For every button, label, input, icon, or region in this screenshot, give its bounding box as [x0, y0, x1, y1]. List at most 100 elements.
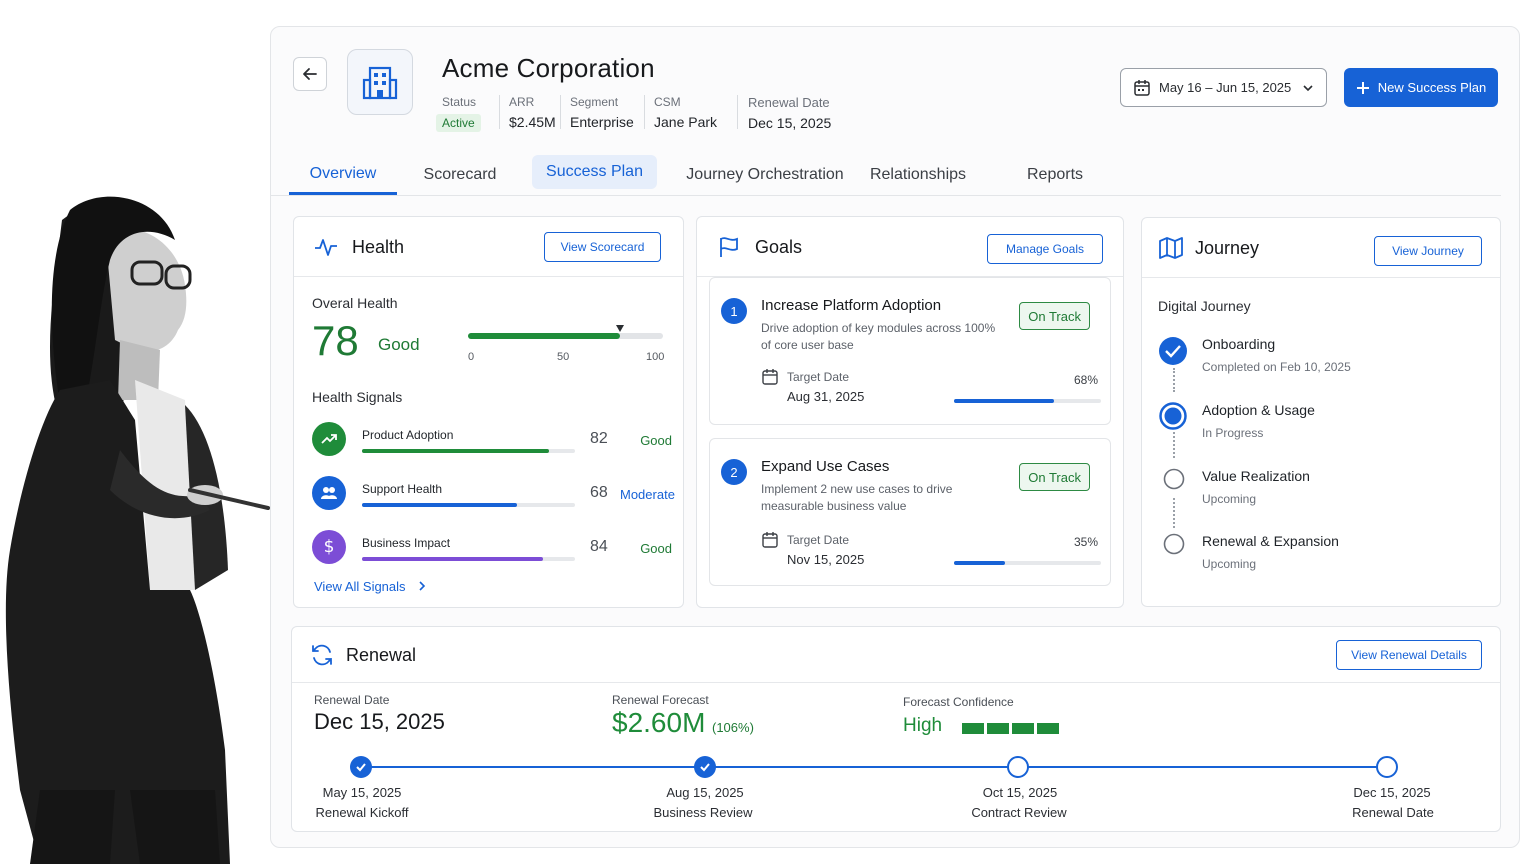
gauge-tick: 50 — [557, 351, 570, 363]
empty-circle-icon — [1163, 468, 1185, 490]
goal-card[interactable]: 1 Increase Platform Adoption Drive adopt… — [709, 277, 1111, 425]
view-all-signals-link[interactable]: View All Signals — [314, 579, 427, 594]
health-title: Health — [352, 237, 405, 257]
milestone-date: May 15, 2025 — [322, 785, 402, 800]
journey-step[interactable]: Onboarding Completed on Feb 10, 2025 — [1158, 336, 1488, 392]
meta-label: Status — [442, 95, 477, 109]
signal-bar-fill — [362, 503, 518, 507]
status-badge: On Track — [1019, 302, 1090, 330]
tabs-divider — [271, 195, 1501, 196]
health-signals-title: Health Signals — [312, 389, 403, 405]
signal-value: 84 — [590, 538, 608, 555]
chevron-right-icon — [419, 581, 426, 591]
goal-percent: 68% — [1073, 373, 1098, 387]
renewal-forecast-percent: (106%) — [712, 720, 754, 735]
tab-overview[interactable]: Overview — [289, 155, 397, 195]
journey-header: Journey View Journey — [1142, 218, 1500, 278]
check-circle-icon — [1159, 337, 1187, 365]
meta-segment: Segment Enterprise — [570, 95, 634, 130]
signal-row: Support Health 68 Moderate — [312, 476, 675, 516]
view-renewal-details-button[interactable]: View Renewal Details — [1336, 640, 1482, 670]
gauge-tick: 0 — [468, 351, 475, 363]
new-success-plan-button[interactable]: New Success Plan — [1344, 68, 1498, 107]
tab-success-plan[interactable]: Success Plan — [532, 155, 657, 189]
main-card: Acme Corporation Status Active ARR $2.45… — [270, 26, 1520, 848]
tab-scorecard[interactable]: Scorecard — [407, 155, 513, 195]
renewal-forecast: $2.60M — [612, 707, 706, 738]
check-icon — [356, 763, 366, 772]
goals-title: Goals — [755, 237, 803, 257]
journey-step[interactable]: Renewal & Expansion Upcoming — [1158, 533, 1488, 589]
signal-name: Business Impact — [362, 536, 451, 550]
milestone-date: Oct 15, 2025 — [982, 785, 1058, 800]
goal-progress-fill — [954, 399, 1054, 403]
calendar-icon — [1134, 79, 1150, 96]
tab-journey-orchestration[interactable]: Journey Orchestration — [685, 155, 845, 195]
milestone-name: Contract Review — [971, 805, 1067, 820]
view-scorecard-button[interactable]: View Scorecard — [544, 232, 661, 262]
person-illustration — [5, 196, 270, 864]
target-date: Aug 31, 2025 — [787, 389, 865, 404]
goal-description: Implement 2 new use cases to drive measu… — [761, 482, 953, 513]
goal-progress-bar — [954, 399, 1101, 403]
renewal-forecast-label: Renewal Forecast — [612, 693, 709, 707]
milestone-node[interactable] — [1007, 756, 1029, 778]
view-journey-button[interactable]: View Journey — [1374, 236, 1482, 266]
view-all-label: View All Signals — [314, 579, 406, 594]
meta-arr: ARR $2.45M — [509, 95, 556, 130]
journey-step-name: Renewal & Expansion — [1202, 533, 1339, 549]
plus-icon — [1356, 81, 1369, 94]
building-icon — [362, 66, 398, 100]
date-range-picker[interactable]: May 16 – Jun 15, 2025 — [1120, 68, 1327, 107]
confidence-bar — [962, 723, 984, 734]
gauge-tick: 100 — [646, 351, 665, 363]
tab-reports[interactable]: Reports — [1017, 155, 1093, 195]
signal-name: Support Health — [362, 482, 443, 496]
milestone-date: Dec 15, 2025 — [1353, 785, 1431, 800]
signal-bar-fill — [362, 557, 544, 561]
refresh-icon — [312, 644, 332, 666]
target-date-label: Target Date — [787, 533, 850, 547]
goal-card[interactable]: 2 Expand Use Cases Implement 2 new use c… — [709, 438, 1111, 586]
in-progress-icon — [1159, 402, 1187, 430]
goal-title: Expand Use Cases — [761, 458, 890, 475]
calendar-icon — [762, 369, 778, 385]
health-header: Health View Scorecard — [294, 217, 683, 277]
signal-row: Product Adoption 82 Good — [312, 422, 672, 462]
meta-label: Renewal Date — [748, 95, 830, 110]
back-button[interactable] — [293, 57, 327, 91]
journey-step-status: Upcoming — [1202, 557, 1257, 571]
date-range-text: May 16 – Jun 15, 2025 — [1159, 80, 1292, 95]
empty-circle-icon — [1163, 533, 1185, 555]
health-gauge-fill — [468, 333, 621, 339]
calendar-icon — [762, 532, 778, 548]
target-date: Nov 15, 2025 — [787, 552, 865, 567]
meta-label: Segment — [570, 95, 619, 109]
meta-value: Dec 15, 2025 — [748, 115, 832, 131]
journey-step[interactable]: Adoption & Usage In Progress — [1158, 402, 1488, 458]
milestone-node[interactable] — [694, 756, 716, 778]
signal-status: Good — [640, 541, 672, 556]
tab-bar: Overview Scorecard Success Plan Journey … — [289, 155, 1519, 195]
map-icon — [1159, 237, 1183, 259]
dollar-icon: $ — [312, 530, 346, 564]
goal-number: 1 — [721, 298, 747, 324]
signal-value: 68 — [590, 484, 608, 501]
renewal-title: Renewal — [346, 645, 417, 665]
milestone-node[interactable] — [1376, 756, 1398, 778]
forecast-confidence: High — [903, 715, 943, 736]
overall-health-label: Overal Health — [312, 295, 398, 311]
meta-value: Jane Park — [654, 114, 718, 130]
journey-step[interactable]: Value Realization Upcoming — [1158, 468, 1488, 524]
meta-label: CSM — [654, 95, 681, 109]
company-name: Acme Corporation — [442, 53, 655, 83]
goals-panel: Goals Manage Goals 1 Increase Platform A… — [696, 216, 1124, 608]
health-gauge — [468, 325, 663, 339]
meta-value: Enterprise — [570, 114, 634, 130]
manage-goals-button[interactable]: Manage Goals — [987, 234, 1103, 264]
company-logo — [347, 49, 413, 115]
forecast-confidence-label: Forecast Confidence — [903, 695, 1014, 709]
signal-status: Good — [640, 433, 672, 448]
milestone-node[interactable] — [350, 756, 372, 778]
tab-relationships[interactable]: Relationships — [867, 155, 969, 195]
